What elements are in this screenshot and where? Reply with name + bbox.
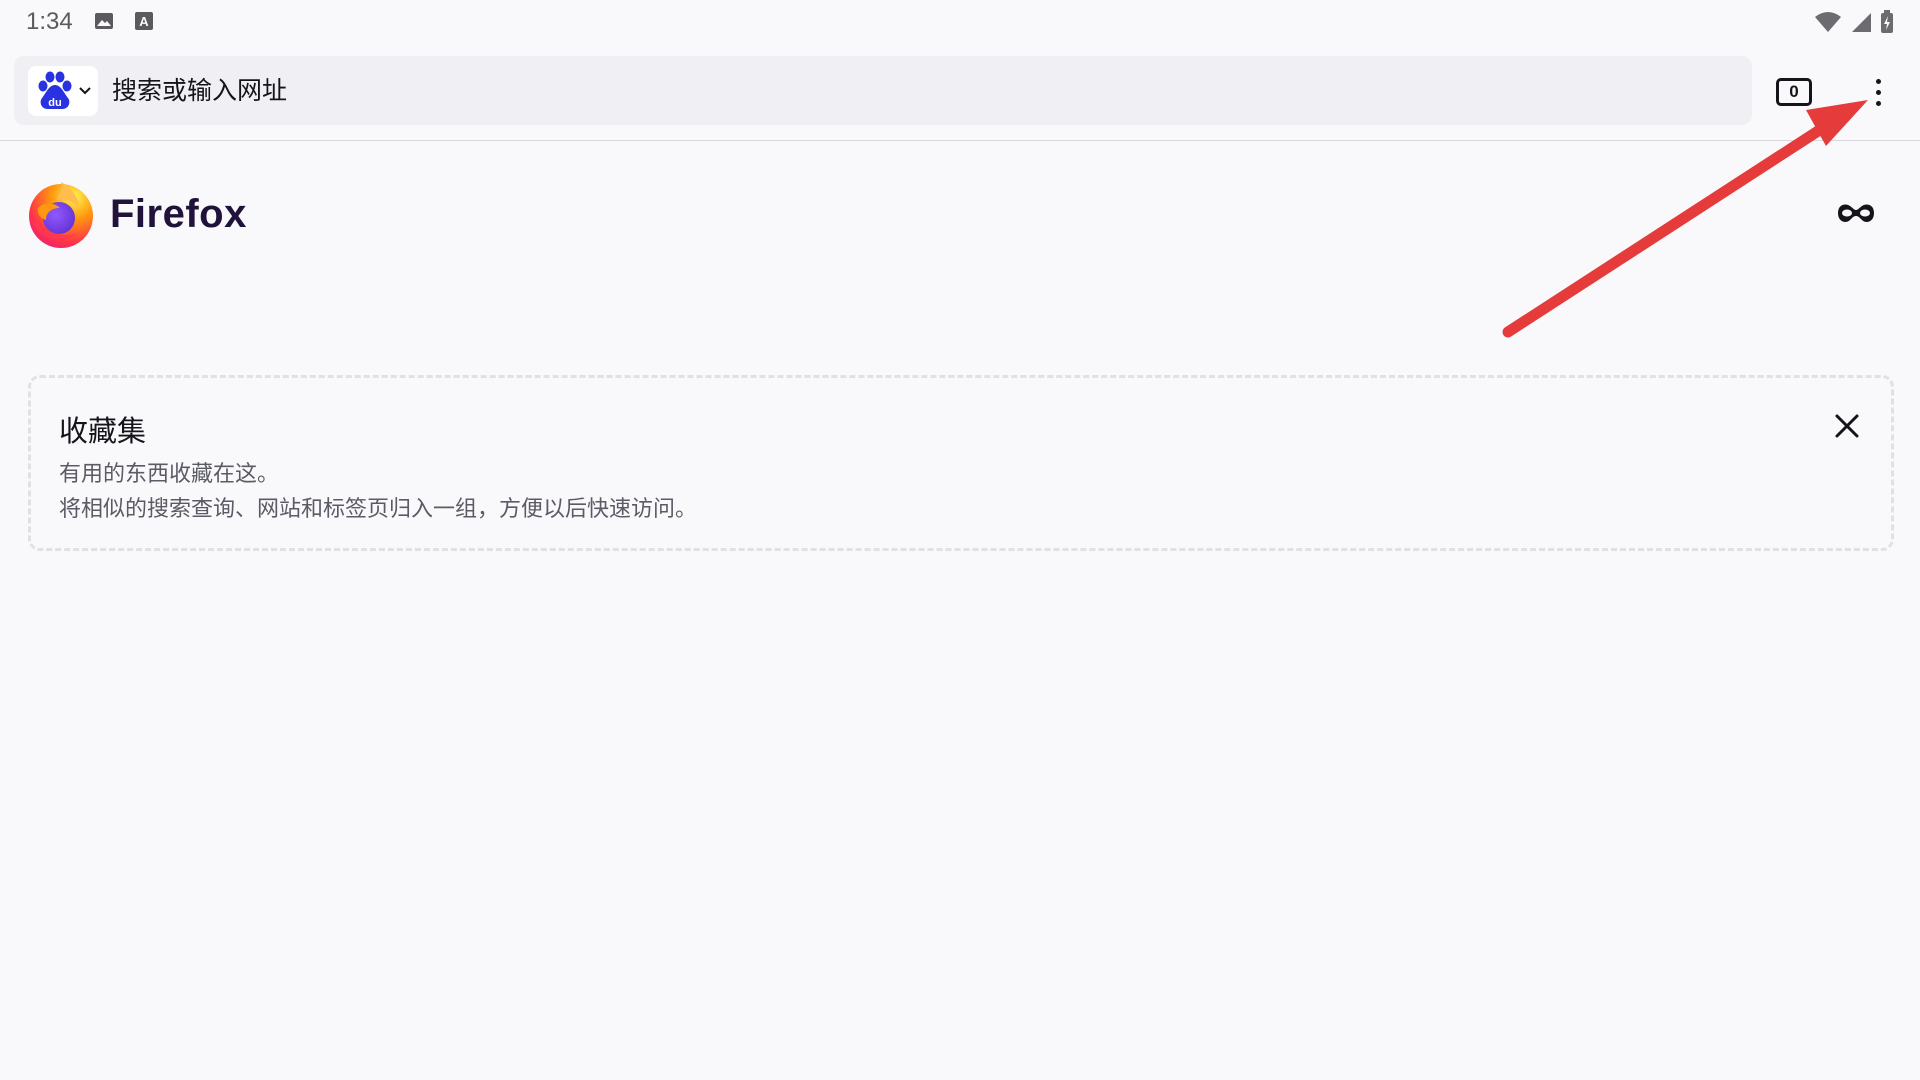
collections-description-line1: 有用的东西收藏在这。 bbox=[59, 462, 280, 487]
browser-toolbar: du 搜索或输入网址 0 bbox=[0, 56, 1920, 126]
collections-title: 收藏集 bbox=[59, 414, 147, 448]
search-engine-selector[interactable]: du bbox=[28, 66, 98, 116]
svg-text:du: du bbox=[48, 97, 61, 109]
wifi-icon bbox=[1815, 12, 1841, 32]
status-time: 1:34 bbox=[26, 8, 73, 35]
collections-placeholder-card: 收藏集 有用的东西收藏在这。 将相似的搜索查询、网站和标签页归入一组，方便以后快… bbox=[28, 375, 1894, 551]
baidu-logo-icon: du bbox=[38, 71, 72, 109]
image-icon bbox=[95, 13, 113, 29]
mask-icon[interactable] bbox=[1836, 198, 1876, 228]
url-bar[interactable]: du 搜索或输入网址 bbox=[14, 56, 1752, 125]
firefox-logo-icon bbox=[29, 182, 93, 248]
signal-icon bbox=[1852, 13, 1871, 32]
status-notification-icons: A bbox=[94, 11, 154, 31]
battery-icon bbox=[1881, 10, 1893, 33]
chevron-down-icon bbox=[79, 87, 91, 95]
svg-text:A: A bbox=[139, 14, 149, 29]
firefox-logo: Firefox bbox=[26, 178, 247, 250]
three-dot-menu-icon[interactable] bbox=[1862, 70, 1894, 114]
url-input-placeholder[interactable]: 搜索或输入网址 bbox=[112, 56, 287, 125]
browser-screen: 1:34 A du 搜索或输入网址 0 Firefox 收藏集 有用的东西收藏在… bbox=[0, 0, 1920, 1080]
tab-counter-button[interactable]: 0 bbox=[1776, 78, 1812, 106]
collections-description-line2: 将相似的搜索查询、网站和标签页归入一组，方便以后快速访问。 bbox=[59, 497, 698, 522]
toolbar-divider bbox=[0, 140, 1920, 141]
firefox-wordmark: Firefox bbox=[110, 191, 247, 236]
status-bar: 1:34 A bbox=[0, 0, 1920, 44]
font-icon: A bbox=[135, 12, 153, 30]
status-system-icons bbox=[1814, 10, 1894, 34]
close-icon[interactable] bbox=[1833, 412, 1861, 440]
